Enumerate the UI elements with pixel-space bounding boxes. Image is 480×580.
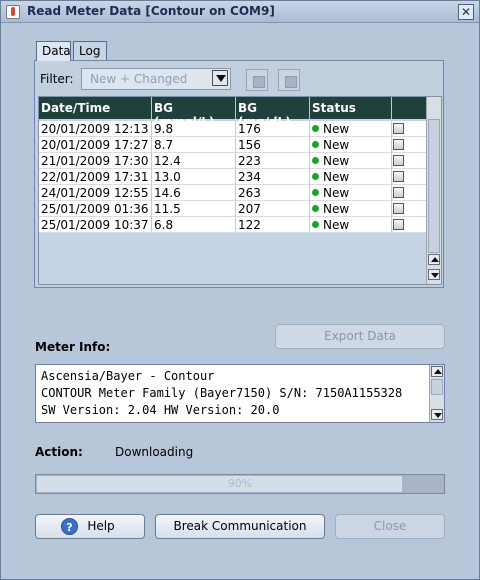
row-select-checkbox[interactable] xyxy=(393,139,404,150)
cell-datetime: 22/01/2009 17:31 xyxy=(39,169,152,185)
cell-bg-mgdl: 122 xyxy=(236,217,310,233)
cell-status: New xyxy=(310,137,392,153)
column-header-bg-mgdl[interactable]: BG (mg/dL) xyxy=(236,97,310,129)
row-select-checkbox[interactable] xyxy=(393,123,404,134)
tab-data[interactable]: Data xyxy=(36,41,71,61)
action-label: Action: xyxy=(35,445,83,459)
cell-status: New xyxy=(310,153,392,169)
cell-status: New xyxy=(310,217,392,233)
tab-log[interactable]: Log xyxy=(73,41,107,61)
status-new-icon xyxy=(312,141,319,148)
app-icon xyxy=(6,5,20,19)
cell-datetime: 25/01/2009 01:36 xyxy=(39,201,152,217)
meter-info-box: Ascensia/Bayer - Contour CONTOUR Meter F… xyxy=(35,364,445,423)
select-all-button[interactable] xyxy=(246,69,268,91)
read-meter-window: Read Meter Data [Contour on COM9] ✕ Data… xyxy=(0,0,480,580)
cell-datetime: 21/01/2009 17:30 xyxy=(39,153,152,169)
row-select-checkbox[interactable] xyxy=(393,219,404,230)
download-progress-bar: 90% xyxy=(35,474,445,494)
window-title: Read Meter Data [Contour on COM9] xyxy=(27,4,275,18)
cell-bg-mmol: 9.8 xyxy=(152,121,236,137)
table-row[interactable]: 20/01/2009 17:27 8.7 156 New xyxy=(39,137,427,153)
cell-status: New xyxy=(310,185,392,201)
cell-bg-mgdl: 176 xyxy=(236,121,310,137)
cell-datetime: 24/01/2009 12:55 xyxy=(39,185,152,201)
cell-status: New xyxy=(310,121,392,137)
table-row[interactable]: 21/01/2009 17:30 12.4 223 New xyxy=(39,153,427,169)
meter-info-label: Meter Info: xyxy=(35,340,111,354)
export-data-button[interactable]: Export Data xyxy=(275,324,445,349)
row-select-checkbox[interactable] xyxy=(393,155,404,166)
cell-status: New xyxy=(310,169,392,185)
meter-info-line: SW Version: 2.04 HW Version: 20.0 xyxy=(41,403,280,417)
cell-bg-mgdl: 263 xyxy=(236,185,310,201)
close-button[interactable]: Close xyxy=(335,514,445,539)
scroll-up-icon[interactable] xyxy=(431,366,443,377)
help-icon: ? xyxy=(61,518,78,535)
meter-info-scrollbar[interactable] xyxy=(429,365,444,422)
cell-bg-mmol: 13.0 xyxy=(152,169,236,185)
cell-datetime: 20/01/2009 12:13 xyxy=(39,121,152,137)
status-new-icon xyxy=(312,173,319,180)
cell-bg-mgdl: 207 xyxy=(236,201,310,217)
table-scrollbar[interactable] xyxy=(426,97,441,284)
status-new-icon xyxy=(312,157,319,164)
cell-bg-mgdl: 223 xyxy=(236,153,310,169)
column-header-bg-mmol[interactable]: BG (mmol/L) xyxy=(152,97,236,129)
row-select-checkbox[interactable] xyxy=(393,203,404,214)
table-row[interactable]: 22/01/2009 17:31 13.0 234 New xyxy=(39,169,427,185)
filter-label: Filter: xyxy=(40,72,74,86)
status-new-icon xyxy=(312,205,319,212)
column-header-datetime[interactable]: Date/Time xyxy=(39,97,152,119)
row-select-checkbox[interactable] xyxy=(393,187,404,198)
filter-select[interactable]: New + Changed xyxy=(81,68,231,90)
copy-button[interactable] xyxy=(278,69,300,91)
scroll-up-icon[interactable] xyxy=(428,254,440,265)
cell-bg-mmol: 6.8 xyxy=(152,217,236,233)
close-window-icon[interactable]: ✕ xyxy=(458,4,474,20)
meter-info-line: CONTOUR Meter Family (Bayer7150) S/N: 71… xyxy=(41,386,403,400)
table-row[interactable]: 25/01/2009 10:37 6.8 122 New xyxy=(39,217,427,233)
title-bar: Read Meter Data [Contour on COM9] ✕ xyxy=(1,1,479,23)
meter-info-line: Ascensia/Bayer - Contour xyxy=(41,369,215,383)
status-new-icon xyxy=(312,125,319,132)
row-select-checkbox[interactable] xyxy=(393,171,404,182)
cell-status: New xyxy=(310,201,392,217)
cell-bg-mgdl: 234 xyxy=(236,169,310,185)
help-button[interactable]: ? Help xyxy=(35,514,145,539)
scroll-down-icon[interactable] xyxy=(428,269,440,280)
table-row[interactable]: 20/01/2009 12:13 9.8 176 New xyxy=(39,121,427,137)
scroll-thumb[interactable] xyxy=(431,379,443,395)
table-row[interactable]: 24/01/2009 12:55 14.6 263 New xyxy=(39,185,427,201)
cell-datetime: 25/01/2009 10:37 xyxy=(39,217,152,233)
filter-dropdown-arrow-icon[interactable] xyxy=(212,70,228,86)
cell-datetime: 20/01/2009 17:27 xyxy=(39,137,152,153)
cell-bg-mgdl: 156 xyxy=(236,137,310,153)
filter-row: Filter: New + Changed xyxy=(38,65,442,93)
scroll-thumb[interactable] xyxy=(428,119,440,253)
progress-percent: 90% xyxy=(227,477,253,490)
cell-bg-mmol: 8.7 xyxy=(152,137,236,153)
scroll-down-icon[interactable] xyxy=(431,409,443,420)
cell-bg-mmol: 12.4 xyxy=(152,153,236,169)
action-value: Downloading xyxy=(115,445,194,459)
column-header-status[interactable]: Status xyxy=(310,97,392,119)
column-header-select[interactable] xyxy=(392,97,427,119)
cell-bg-mmol: 14.6 xyxy=(152,185,236,201)
table-row[interactable]: 25/01/2009 01:36 11.5 207 New xyxy=(39,201,427,217)
readings-table: Date/Time BG (mmol/L) BG (mg/dL) Status … xyxy=(38,96,442,285)
break-communication-button[interactable]: Break Communication xyxy=(155,514,325,539)
status-new-icon xyxy=(312,189,319,196)
cell-bg-mmol: 11.5 xyxy=(152,201,236,217)
status-new-icon xyxy=(312,221,319,228)
